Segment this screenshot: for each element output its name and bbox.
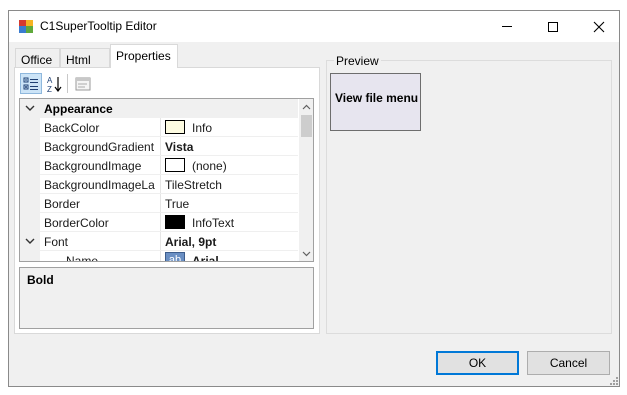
color-swatch bbox=[165, 120, 185, 134]
image-swatch bbox=[165, 158, 185, 172]
property-row-font[interactable]: Font Arial, 9pt bbox=[20, 232, 298, 251]
color-swatch bbox=[165, 215, 185, 229]
property-name: BackgroundGradient bbox=[44, 140, 155, 154]
minimize-icon bbox=[502, 26, 512, 27]
minimize-button[interactable] bbox=[484, 11, 530, 42]
property-pages-button[interactable] bbox=[72, 73, 94, 94]
property-row-border[interactable]: Border True bbox=[20, 194, 298, 213]
tab-properties[interactable]: Properties bbox=[110, 44, 178, 68]
property-value: Vista bbox=[165, 140, 194, 154]
property-pages-icon bbox=[75, 77, 91, 90]
alphabetical-button[interactable]: A Z bbox=[44, 73, 66, 94]
property-value: Info bbox=[192, 121, 213, 135]
description-title: Bold bbox=[27, 273, 54, 287]
property-value: True bbox=[165, 197, 190, 211]
resize-grip-icon[interactable] bbox=[610, 377, 619, 386]
ok-button[interactable]: OK bbox=[436, 351, 519, 375]
property-description-pane: Bold bbox=[19, 267, 314, 329]
property-value: InfoText bbox=[192, 216, 235, 230]
property-row-backcolor[interactable]: BackColor Info bbox=[20, 118, 298, 137]
property-row-bordercolor[interactable]: BorderColor InfoText bbox=[20, 213, 298, 232]
svg-text:Z: Z bbox=[47, 85, 52, 93]
chevron-up-icon bbox=[302, 104, 311, 109]
property-value: (none) bbox=[192, 159, 227, 173]
window-title: C1SuperTooltip Editor bbox=[40, 19, 157, 33]
property-grid-toolbar: A Z bbox=[19, 71, 103, 97]
maximize-button[interactable] bbox=[530, 11, 576, 42]
category-label: Appearance bbox=[44, 102, 113, 116]
property-value: Arial bbox=[192, 254, 219, 262]
tab-office[interactable]: Office bbox=[15, 48, 60, 68]
title-bar[interactable]: C1SuperTooltip Editor bbox=[9, 11, 619, 42]
category-row-appearance[interactable]: Appearance bbox=[20, 99, 298, 118]
property-name: BorderColor bbox=[44, 216, 109, 230]
property-name: BackgroundImageLa bbox=[44, 178, 155, 192]
cancel-button[interactable]: Cancel bbox=[527, 351, 610, 375]
property-value: Arial, 9pt bbox=[165, 235, 217, 249]
tooltip-preview: View file menu bbox=[330, 73, 421, 131]
app-icon bbox=[19, 20, 33, 33]
property-grid[interactable]: Appearance BackColor Info BackgroundGrad… bbox=[19, 98, 314, 262]
property-name: BackgroundImage bbox=[44, 159, 142, 173]
property-grid-scrollbar[interactable] bbox=[299, 99, 313, 261]
font-preview-icon: ab bbox=[165, 252, 185, 261]
property-name: BackColor bbox=[44, 121, 100, 135]
categorized-button[interactable] bbox=[20, 73, 42, 94]
maximize-icon bbox=[548, 21, 558, 32]
chevron-down-icon[interactable] bbox=[24, 235, 36, 247]
tab-html[interactable]: Html bbox=[60, 48, 110, 68]
preview-legend: Preview bbox=[334, 54, 381, 68]
property-value: TileStretch bbox=[165, 178, 222, 192]
close-button[interactable] bbox=[576, 11, 622, 42]
property-row-backgroundimage[interactable]: BackgroundImage (none) bbox=[20, 156, 298, 175]
property-row-backgroundimagelayout[interactable]: BackgroundImageLa TileStretch bbox=[20, 175, 298, 194]
chevron-down-icon bbox=[302, 251, 311, 256]
scrollbar-thumb[interactable] bbox=[301, 115, 312, 137]
close-icon bbox=[593, 21, 605, 32]
alphabetical-sort-icon: A Z bbox=[47, 76, 62, 93]
chevron-down-icon[interactable] bbox=[24, 102, 36, 114]
toolbar-separator bbox=[67, 74, 68, 93]
categorized-icon bbox=[23, 77, 38, 90]
property-row-backgroundgradient[interactable]: BackgroundGradient Vista bbox=[20, 137, 298, 156]
tooltip-preview-text: View file menu bbox=[335, 91, 419, 105]
svg-text:A: A bbox=[47, 76, 53, 85]
property-name: Border bbox=[44, 197, 81, 211]
property-name: Font bbox=[44, 235, 69, 249]
scroll-down-button[interactable] bbox=[299, 246, 313, 261]
scroll-up-button[interactable] bbox=[299, 99, 313, 114]
property-row-font-name[interactable]: Name ab Arial bbox=[20, 251, 298, 262]
